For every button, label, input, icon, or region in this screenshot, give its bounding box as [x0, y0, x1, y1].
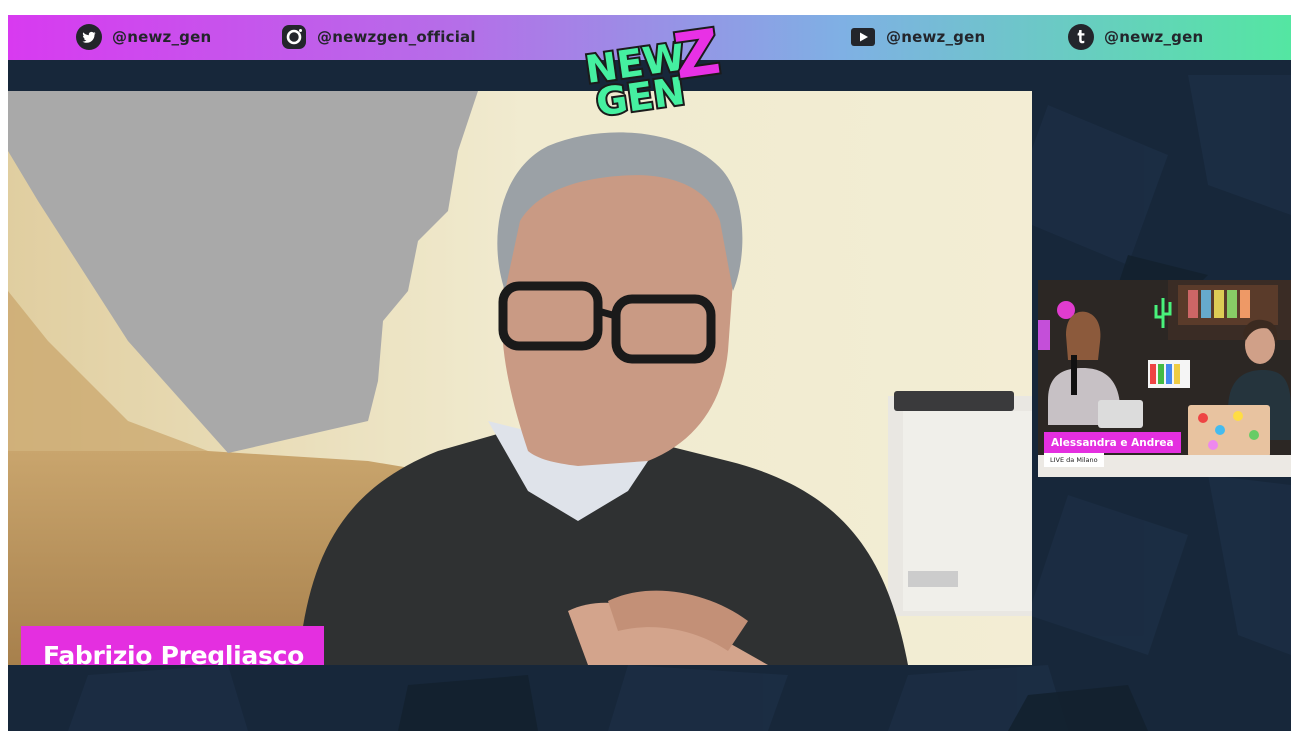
- social-instagram[interactable]: @newzgen_official: [281, 24, 476, 50]
- hosts-location: LIVE da Milano: [1050, 456, 1098, 464]
- guest-name-lower-third: Fabrizio Pregliasco: [21, 626, 324, 665]
- youtube-handle: @newz_gen: [886, 28, 986, 46]
- twitter-bird-icon: [76, 24, 102, 50]
- hosts-names: Alessandra e Andrea: [1051, 436, 1174, 449]
- social-tumblr[interactable]: @newz_gen: [1068, 24, 1203, 50]
- guest-name: Fabrizio Pregliasco: [43, 640, 304, 666]
- youtube-play-icon: [851, 28, 875, 46]
- social-twitter[interactable]: @newz_gen: [76, 24, 211, 50]
- hosts-name-lower-third: Alessandra e Andrea: [1044, 432, 1181, 453]
- twitter-handle: @newz_gen: [112, 28, 212, 46]
- social-youtube[interactable]: @newz_gen: [850, 24, 985, 50]
- tumblr-handle: @newz_gen: [1104, 28, 1204, 46]
- stream-overlay: @newz_gen @newzgen_official @newz_gen @n…: [8, 15, 1291, 731]
- hosts-video-feed: Alessandra e Andrea LIVE da Milano: [1038, 280, 1291, 477]
- guest-video-feed: Fabrizio Pregliasco Direttore sanitario …: [8, 91, 1032, 665]
- newzgen-logo: NEW GEN Z: [581, 15, 727, 119]
- guest-video-frame: [8, 91, 1032, 665]
- logo-mark-z: Z: [670, 15, 725, 93]
- tumblr-t-icon: [1068, 24, 1094, 50]
- instagram-handle: @newzgen_official: [317, 28, 476, 46]
- hosts-location-lower-third: LIVE da Milano: [1044, 453, 1104, 467]
- instagram-camera-icon: [282, 25, 306, 49]
